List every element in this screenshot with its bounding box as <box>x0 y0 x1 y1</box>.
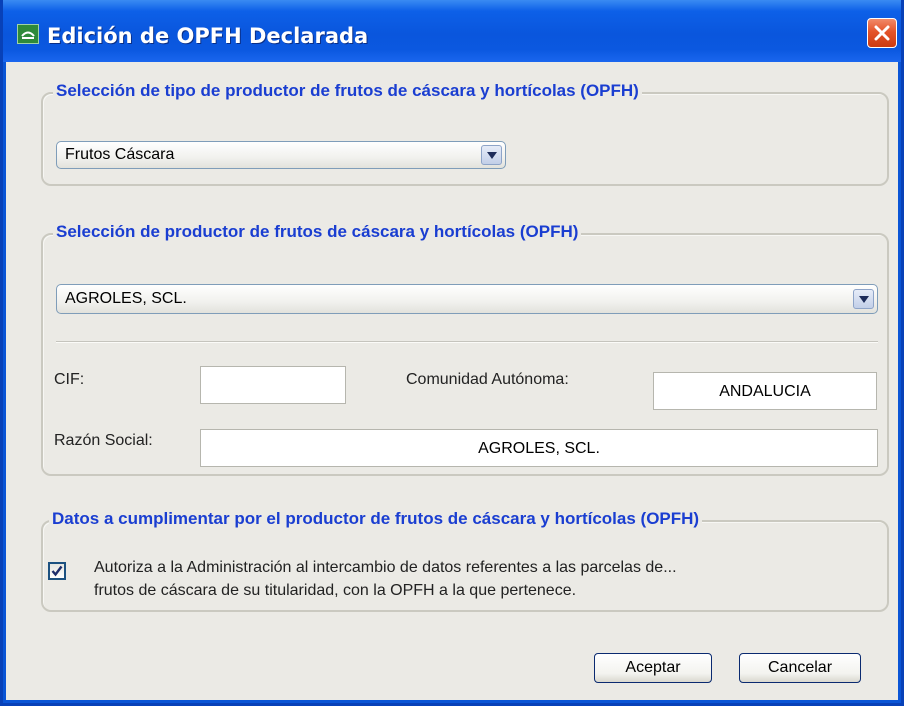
dialog-window: Edición de OPFH Declarada Selección de t… <box>0 0 904 706</box>
dialog-content: Selección de tipo de productor de frutos… <box>6 62 898 700</box>
comunidad-autonoma-label: Comunidad Autónoma: <box>406 371 569 388</box>
tipo-productor-legend: Selección de tipo de productor de frutos… <box>53 81 642 101</box>
comunidad-autonoma-field[interactable]: ANDALUCIA <box>653 372 877 410</box>
autoriza-text-line1: Autoriza a la Administración al intercam… <box>94 559 677 576</box>
productor-select[interactable]: AGROLES, SCL. <box>56 284 878 314</box>
cancelar-button[interactable]: Cancelar <box>739 653 861 683</box>
title-bar[interactable]: Edición de OPFH Declarada <box>3 0 901 62</box>
productor-selected-value: AGROLES, SCL. <box>65 290 187 307</box>
tipo-productor-group: Selección de tipo de productor de frutos… <box>41 81 889 186</box>
aceptar-button[interactable]: Aceptar <box>594 653 712 683</box>
tipo-productor-select[interactable]: Frutos Cáscara <box>56 141 506 169</box>
productor-group: Selección de productor de frutos de cásc… <box>41 222 889 476</box>
chevron-down-icon[interactable] <box>853 289 874 309</box>
cif-label: CIF: <box>54 371 85 388</box>
chevron-down-icon[interactable] <box>481 145 502 165</box>
tipo-productor-selected-value: Frutos Cáscara <box>65 146 175 163</box>
close-icon <box>874 25 890 41</box>
razon-social-field[interactable]: AGROLES, SCL. <box>200 429 878 467</box>
datos-legend: Datos a cumplimentar por el productor de… <box>49 509 703 529</box>
datos-group: Datos a cumplimentar por el productor de… <box>41 509 889 612</box>
window-title: Edición de OPFH Declarada <box>47 24 369 48</box>
razon-social-label: Razón Social: <box>54 432 153 449</box>
close-button[interactable] <box>867 18 897 48</box>
autoriza-text-line2: frutos de cáscara de su titularidad, con… <box>94 582 577 599</box>
autoriza-checkbox[interactable] <box>48 562 66 580</box>
junta-andalucia-logo-icon <box>17 24 39 44</box>
productor-legend: Selección de productor de frutos de cásc… <box>53 222 582 242</box>
checkmark-icon <box>51 565 63 577</box>
cif-field[interactable] <box>200 366 346 404</box>
separator <box>56 341 878 343</box>
